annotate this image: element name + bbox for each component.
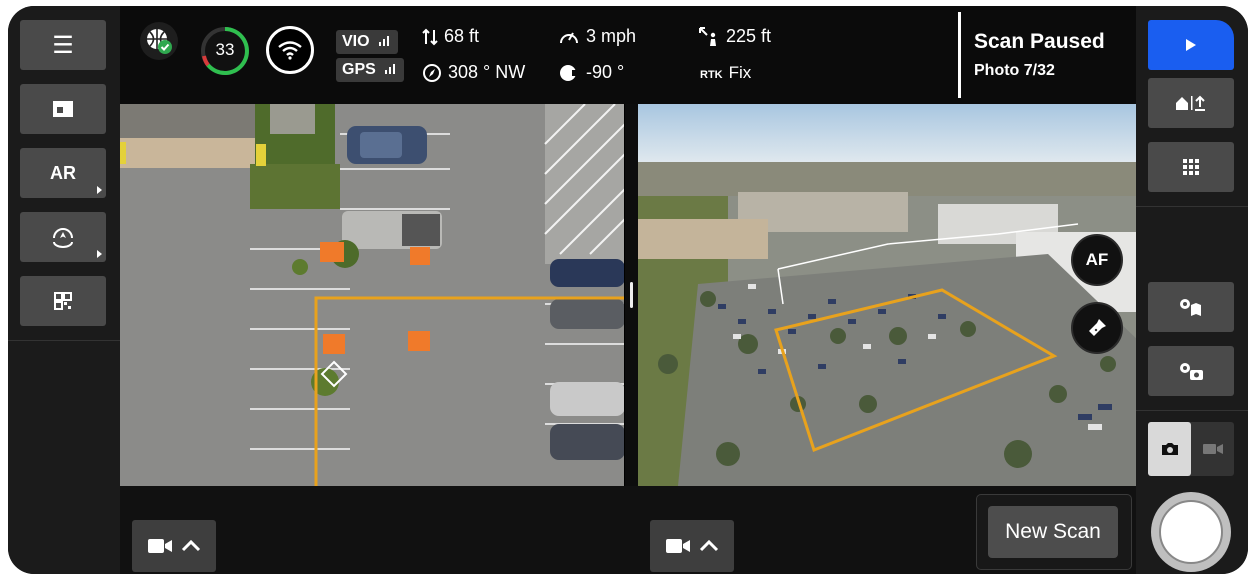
- altitude-readout: 68 ft: [422, 26, 479, 47]
- gimbal-icon: [560, 65, 578, 82]
- scan-photo-progress: Photo 7/32: [974, 62, 1055, 79]
- capture-mode-toggle: [1148, 422, 1234, 476]
- altitude-value: 68 ft: [444, 26, 480, 46]
- distance-readout: 225 ft: [698, 26, 771, 48]
- globe-status[interactable]: [140, 22, 178, 60]
- map-settings-button[interactable]: [1148, 282, 1234, 332]
- left-sidebar: ☰ AR: [8, 6, 120, 574]
- ar-label: AR: [50, 162, 76, 183]
- photo-mode-button[interactable]: [1148, 422, 1191, 476]
- submenu-arrow-icon: [97, 186, 102, 194]
- status-divider: [958, 12, 961, 98]
- qr-button[interactable]: [20, 276, 106, 326]
- submenu-arrow-icon: [97, 250, 102, 258]
- video-camera-icon: [666, 539, 690, 553]
- menu-button[interactable]: ☰: [20, 20, 106, 70]
- new-scan-button[interactable]: New Scan: [988, 506, 1118, 558]
- app-window: ☰ AR 33 VIO GPS 68 ft 308 ° NW 3 mph -90…: [8, 6, 1248, 574]
- video-camera-icon: [1202, 444, 1223, 454]
- flashlight-icon: [1089, 319, 1106, 336]
- layout-icon: [53, 101, 73, 117]
- vio-label: VIO: [342, 33, 370, 50]
- orbit-button[interactable]: [20, 212, 106, 262]
- video-camera-icon: [148, 539, 172, 553]
- rtk-status: Fix: [728, 63, 752, 82]
- chevron-up-icon: [181, 539, 201, 552]
- scan-status-title: Scan Paused: [974, 30, 1105, 53]
- map-gear-icon: [1180, 299, 1201, 316]
- camera-imagery: [638, 104, 1142, 486]
- signal-bars-icon: [379, 36, 390, 46]
- heading-value: 308 ° NW: [448, 62, 526, 82]
- wifi-icon: [278, 41, 302, 60]
- orbit-icon: [53, 228, 73, 248]
- connection-button[interactable]: [266, 26, 314, 74]
- gimbal-readout: -90 °: [558, 62, 624, 83]
- camera-gear-icon: [1180, 363, 1203, 380]
- heading-readout: 308 ° NW: [422, 62, 525, 83]
- return-home-button[interactable]: [1148, 78, 1234, 128]
- grid-button[interactable]: [1148, 142, 1234, 192]
- globe-check-icon: [147, 29, 172, 54]
- chevron-up-icon: [699, 539, 719, 552]
- signal-bars-icon: [385, 64, 396, 74]
- satellite-counter: 33: [200, 26, 250, 76]
- grid-dots-icon: [1183, 159, 1199, 175]
- right-sidebar: [1136, 6, 1248, 574]
- sidebar-divider: [1136, 410, 1248, 411]
- layout-button[interactable]: [20, 84, 106, 134]
- map-imagery: [120, 104, 625, 486]
- map-view[interactable]: [120, 104, 625, 486]
- satellite-count: 33: [215, 40, 235, 59]
- video-mode-button[interactable]: [1191, 422, 1234, 476]
- autofocus-button[interactable]: AF: [1071, 234, 1123, 286]
- speedometer-icon: [560, 32, 578, 44]
- speed-readout: 3 mph: [558, 26, 636, 47]
- play-button[interactable]: [1148, 20, 1234, 70]
- split-handle[interactable]: [630, 282, 633, 308]
- menu-icon: ☰: [52, 31, 74, 59]
- camera-view[interactable]: AF: [638, 104, 1142, 486]
- home-upload-icon: [1176, 95, 1205, 111]
- vio-badge: VIO: [336, 30, 399, 54]
- compass-icon: [423, 64, 441, 83]
- photo-camera-icon: [1161, 443, 1178, 455]
- split-divider[interactable]: [625, 104, 638, 486]
- map-video-toggle[interactable]: [132, 520, 216, 572]
- sidebar-divider: [1136, 206, 1248, 207]
- sidebar-divider: [8, 340, 120, 341]
- rtk-label: RTK: [700, 69, 723, 81]
- play-icon: [1186, 39, 1196, 51]
- gps-badge: GPS: [336, 58, 405, 82]
- speed-value: 3 mph: [586, 26, 637, 46]
- qr-icon: [54, 292, 72, 310]
- flashlight-button[interactable]: [1071, 302, 1123, 354]
- camera-video-toggle[interactable]: [650, 520, 734, 572]
- shutter-inner: [1159, 500, 1223, 564]
- rtk-readout: RTK Fix: [700, 63, 751, 83]
- status-bar: 33 VIO GPS 68 ft 308 ° NW 3 mph -90 ° 22…: [120, 6, 1136, 104]
- af-label: AF: [1085, 250, 1109, 269]
- gps-label: GPS: [342, 61, 376, 78]
- home-distance-icon: [699, 27, 716, 47]
- camera-settings-button[interactable]: [1148, 346, 1234, 396]
- shutter-button[interactable]: [1151, 492, 1231, 572]
- distance-value: 225 ft: [726, 26, 772, 46]
- gimbal-value: -90 °: [586, 62, 625, 82]
- ar-button[interactable]: AR: [20, 148, 106, 198]
- altitude-arrows-icon: [422, 28, 438, 46]
